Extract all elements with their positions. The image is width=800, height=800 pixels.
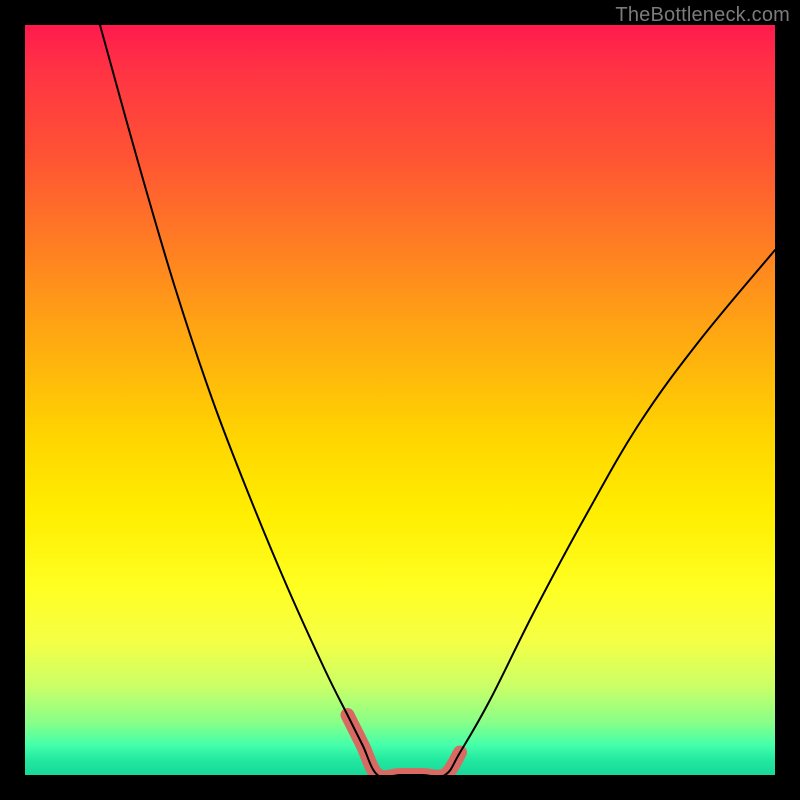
chart-frame: TheBottleneck.com — [0, 0, 800, 800]
highlight-curve — [348, 715, 461, 775]
watermark-text: TheBottleneck.com — [615, 4, 790, 27]
plot-area — [25, 25, 775, 775]
bottleneck-curve — [100, 25, 775, 775]
chart-svg — [25, 25, 775, 775]
